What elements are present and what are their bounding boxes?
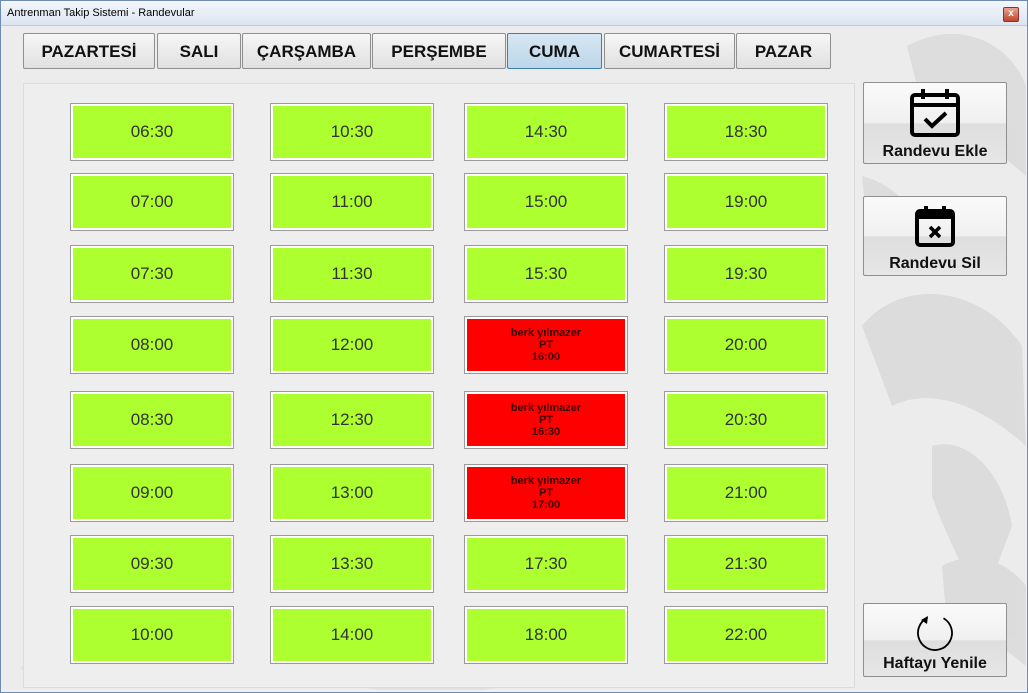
- booked-session-type: PT: [538, 339, 554, 351]
- slot-button[interactable]: 21:30: [664, 535, 828, 593]
- booked-slot-button[interactable]: berk yılmazer PT 17:00: [464, 464, 628, 522]
- slot-button[interactable]: 21:00: [664, 464, 828, 522]
- add-appointment-label: Randevu Ekle: [882, 143, 988, 160]
- slot-time: 13:00: [330, 483, 374, 502]
- tab-persembe[interactable]: PERŞEMBE: [372, 33, 506, 69]
- booked-session-type: PT: [538, 414, 554, 426]
- calendar-check-icon: [910, 89, 960, 137]
- delete-appointment-button[interactable]: Randevu Sil: [863, 196, 1007, 276]
- slot-time: 20:30: [724, 410, 768, 429]
- booked-slot-button[interactable]: berk yılmazer PT 16:30: [464, 391, 628, 449]
- slot-time: 09:00: [130, 483, 174, 502]
- slot-time: 19:00: [724, 192, 768, 211]
- slot-time: 18:00: [524, 625, 568, 644]
- time-slot-panel: 06:30 07:00 07:30 08:00 08:30 09:00 09:3…: [23, 83, 855, 688]
- title-bar: Antrenman Takip Sistemi - Randevular x: [1, 1, 1027, 26]
- app-window: Antrenman Takip Sistemi - Randevular x P…: [0, 0, 1028, 693]
- slot-time: 19:30: [724, 264, 768, 283]
- booked-time: 16:30: [531, 426, 561, 438]
- booked-client-name: berk yılmazer: [510, 327, 582, 339]
- slot-button[interactable]: 12:00: [270, 316, 434, 374]
- calendar-x-icon: [915, 206, 955, 247]
- slot-button[interactable]: 18:30: [664, 103, 828, 161]
- slot-time: 08:30: [130, 410, 174, 429]
- slot-time: 14:30: [524, 122, 568, 141]
- slot-button[interactable]: 09:00: [70, 464, 234, 522]
- slot-time: 07:00: [130, 192, 174, 211]
- slot-button[interactable]: 06:30: [70, 103, 234, 161]
- slot-button[interactable]: 10:30: [270, 103, 434, 161]
- slot-button[interactable]: 20:00: [664, 316, 828, 374]
- tab-sali[interactable]: SALI: [157, 33, 241, 69]
- slot-time: 12:00: [330, 335, 374, 354]
- booked-session-type: PT: [538, 487, 554, 499]
- tab-cumartesi[interactable]: CUMARTESİ: [604, 33, 735, 69]
- tab-carsamba[interactable]: ÇARŞAMBA: [242, 33, 371, 69]
- slot-time: 10:00: [130, 625, 174, 644]
- slot-button[interactable]: 14:30: [464, 103, 628, 161]
- slot-time: 21:00: [724, 483, 768, 502]
- slot-button[interactable]: 07:00: [70, 173, 234, 231]
- slot-time: 17:30: [524, 554, 568, 573]
- slot-time: 07:30: [130, 264, 174, 283]
- slot-button[interactable]: 20:30: [664, 391, 828, 449]
- booked-client-name: berk yılmazer: [510, 402, 582, 414]
- slot-time: 18:30: [724, 122, 768, 141]
- slot-button[interactable]: 22:00: [664, 606, 828, 664]
- tab-cuma[interactable]: CUMA: [507, 33, 602, 69]
- delete-appointment-label: Randevu Sil: [889, 255, 981, 272]
- slot-time: 06:30: [130, 122, 174, 141]
- slot-time: 11:30: [331, 264, 373, 283]
- refresh-week-label: Haftayı Yenile: [883, 655, 987, 672]
- booked-time: 17:00: [531, 499, 561, 511]
- slot-button[interactable]: 09:30: [70, 535, 234, 593]
- slot-button[interactable]: 15:00: [464, 173, 628, 231]
- slot-time: 15:30: [524, 264, 568, 283]
- slot-time: 13:30: [330, 554, 374, 573]
- booked-time: 16:00: [531, 351, 561, 363]
- slot-time: 08:00: [130, 335, 174, 354]
- close-button[interactable]: x: [1003, 7, 1019, 22]
- slot-button[interactable]: 08:30: [70, 391, 234, 449]
- slot-button[interactable]: 10:00: [70, 606, 234, 664]
- slot-button[interactable]: 19:00: [664, 173, 828, 231]
- slot-button[interactable]: 18:00: [464, 606, 628, 664]
- slot-button[interactable]: 12:30: [270, 391, 434, 449]
- slot-button[interactable]: 13:00: [270, 464, 434, 522]
- slot-button[interactable]: 15:30: [464, 245, 628, 303]
- booked-client-name: berk yılmazer: [510, 475, 582, 487]
- slot-button[interactable]: 08:00: [70, 316, 234, 374]
- slot-time: 21:30: [724, 554, 768, 573]
- slot-button[interactable]: 07:30: [70, 245, 234, 303]
- slot-button[interactable]: 14:00: [270, 606, 434, 664]
- slot-button[interactable]: 17:30: [464, 535, 628, 593]
- slot-button[interactable]: 11:30: [270, 245, 434, 303]
- tab-pazartesi[interactable]: PAZARTESİ: [23, 33, 155, 69]
- add-appointment-button[interactable]: Randevu Ekle: [863, 82, 1007, 164]
- refresh-icon: [917, 615, 953, 651]
- slot-time: 12:30: [330, 410, 374, 429]
- tab-pazar[interactable]: PAZAR: [736, 33, 831, 69]
- slot-time: 09:30: [130, 554, 174, 573]
- client-area: PAZARTESİ SALI ÇARŞAMBA PERŞEMBE CUMA CU…: [2, 26, 1026, 690]
- slot-button[interactable]: 11:00: [270, 173, 434, 231]
- slot-button[interactable]: 13:30: [270, 535, 434, 593]
- slot-button[interactable]: 19:30: [664, 245, 828, 303]
- refresh-week-button[interactable]: Haftayı Yenile: [863, 603, 1007, 677]
- window-title: Antrenman Takip Sistemi - Randevular: [7, 7, 195, 19]
- slot-time: 22:00: [724, 625, 768, 644]
- booked-slot-button[interactable]: berk yılmazer PT 16:00: [464, 316, 628, 374]
- slot-time: 11:00: [331, 192, 373, 211]
- slot-time: 20:00: [724, 335, 768, 354]
- slot-time: 14:00: [330, 625, 374, 644]
- slot-time: 10:30: [330, 122, 374, 141]
- slot-time: 15:00: [524, 192, 568, 211]
